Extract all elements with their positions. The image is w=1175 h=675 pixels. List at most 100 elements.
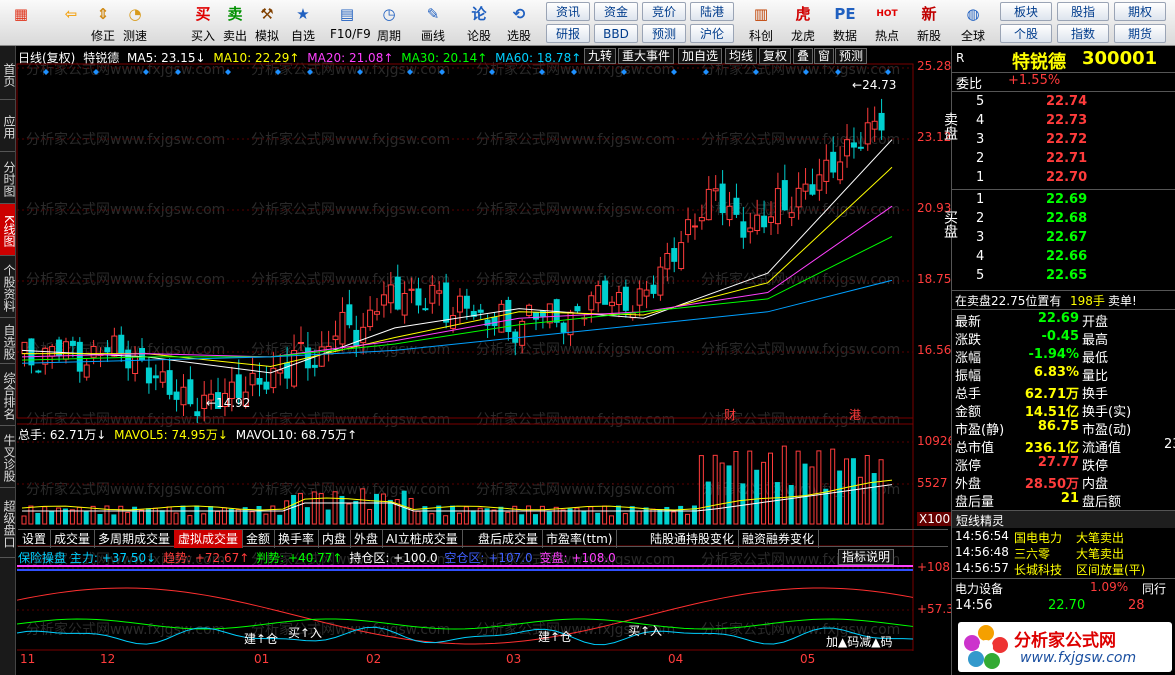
market-pill-button[interactable]: 指数 [1057,24,1109,43]
chart-option-button[interactable]: 叠 [793,48,814,64]
speed-test-button[interactable]: ◔ 测速 [118,2,152,44]
watchlist-button[interactable]: ★ 自选 [286,2,320,44]
chart-option-button[interactable]: 均线 [725,48,758,64]
market-pill-button[interactable]: 股指 [1057,2,1109,21]
volume-bar [871,473,877,525]
candle-body [443,282,450,323]
candle-body [401,292,408,316]
draw-button[interactable]: ✎ 画线 [416,2,450,44]
sidebar-tab[interactable]: 首页 [0,48,16,100]
comment-button[interactable]: 论论股 [462,2,496,44]
sell-row[interactable]: 3 22.72 [952,132,1175,150]
flash-item[interactable]: 14:56:57 长城科技 区间放量(平) [952,561,1175,579]
global-button[interactable]: ◍ 全球 [956,2,990,44]
period-button[interactable]: ◷ 周期 [372,2,406,44]
sidebar-tab[interactable]: 应用 [0,100,16,152]
indicator-tab[interactable]: 虚拟成交量 [174,530,244,548]
sell-row[interactable]: 1 22.70 [952,170,1175,188]
chart-option-button[interactable]: 九转 [584,48,617,64]
buy-row[interactable]: 5 22.65 [952,268,1175,286]
sidebar-tab[interactable]: 个股资料 [0,256,16,318]
market-pill-button[interactable]: 个股 [1000,24,1052,43]
indicator-tab[interactable]: 市盈率(ttm) [542,530,618,548]
candle-body [463,295,470,309]
market-pill-button[interactable]: 板块 [1000,2,1052,21]
volume-bar [97,514,103,525]
sell-row[interactable]: 4 22.73 [952,113,1175,131]
volume-bar [802,463,808,525]
buy-row[interactable]: 3 22.67 [952,230,1175,248]
sell-row[interactable]: 5 22.74 [952,94,1175,112]
sidebar-tab[interactable]: K线图 [0,204,16,256]
peer-button[interactable]: 同行 [1142,580,1166,597]
candle-body [657,266,664,296]
f10-button[interactable]: ▤ F10/F9 [330,2,371,44]
hot-button[interactable]: HOT 热点 [870,2,904,44]
buy-button[interactable]: 买买入 [186,2,220,44]
pill-button[interactable]: 竞价 [642,2,686,21]
market-pill-button[interactable]: 期权 [1114,2,1166,21]
sidebar-tab[interactable]: 超级盘口 [0,488,16,558]
select-stock-button[interactable]: ⟲ 选股 [502,2,536,44]
buy-row[interactable]: 1 22.69 [952,192,1175,210]
chart-option-button[interactable]: 重大事件 [618,48,675,64]
pill-button[interactable]: 资金 [594,2,638,21]
watermark-text: 分析家公式网www.fxjgsw.com [26,621,225,638]
kline-chart[interactable]: 分析家公式网www.fxjgsw.com 分析家公式网www.fxjgsw.com… [16,46,950,675]
pill-button[interactable]: BBD [594,24,638,43]
indicator-tab[interactable]: 陆股通持股变化 [646,530,740,548]
indicator-help-button[interactable]: 指标说明 [838,549,895,565]
indicator-tab[interactable]: 成交量 [50,530,96,548]
indicator-tab[interactable]: 换手率 [274,530,320,548]
candle-body [173,391,180,400]
sell-row[interactable]: 2 22.71 [952,151,1175,169]
sidebar-tab[interactable]: 分时图 [0,152,16,204]
candle-body [761,215,768,228]
pill-button[interactable]: 预测 [642,24,686,43]
indicator-tab[interactable]: 外盘 [350,530,384,548]
fix-button[interactable]: ⇕ 修正 [86,2,120,44]
longhu-button[interactable]: 虎龙虎 [786,2,820,44]
sell-button[interactable]: 卖卖出 [218,2,252,44]
sidebar-tab[interactable]: 综合排名 [0,364,16,426]
data-button[interactable]: PE 数据 [828,2,862,44]
sidebar-tab[interactable]: 自选股 [0,318,16,364]
chart-option-button[interactable]: 窗 [814,48,835,64]
indicator-tab[interactable]: AI立桩成交量 [382,530,463,548]
pill-button[interactable]: 资讯 [546,2,590,21]
pill-button[interactable]: 沪伦 [690,24,734,43]
indicator-tab[interactable]: 内盘 [318,530,352,548]
home-button[interactable]: ▦ [2,2,40,44]
indicator-tab[interactable]: 设置 [18,530,52,548]
pill-button[interactable]: 陆港 [690,2,734,21]
new-stock-button[interactable]: 新新股 [912,2,946,44]
sidebar-tab[interactable]: 牛叉诊股 [0,426,16,488]
candle-body [194,411,201,417]
candle-body [332,335,339,341]
quote-label: 内盘 [1082,477,1109,492]
buy-row[interactable]: 4 22.66 [952,249,1175,267]
candle-body [636,288,643,306]
volume-bar [284,500,290,525]
volume-bar [166,506,172,525]
volume-bar [553,506,559,525]
flash-title[interactable]: 短线精灵 [952,510,1175,528]
pill-button[interactable]: 研报 [546,24,590,43]
chart-option-button[interactable]: 复权 [759,48,792,64]
market-pill-button[interactable]: 期货 [1114,24,1166,43]
buy-row[interactable]: 2 22.68 [952,211,1175,229]
back-button[interactable]: ⇦ [52,2,90,44]
indicator-tab[interactable]: 盘后成交量 [474,530,544,548]
order-note: 在卖盘22.75位置有 [955,294,1062,308]
sector-row[interactable]: 电力设备 1.09% 同行 [952,578,1175,596]
site-logo: 分析家公式网 www.fxjgsw.com [958,622,1172,672]
indicator-tab[interactable]: 多周期成交量 [94,530,176,548]
chart-option-button[interactable]: 加自选 [678,48,723,64]
indicator-tab[interactable]: 融资融券变化 [738,530,820,548]
toolbar-label: F10/F9 [330,27,371,41]
chart-option-button[interactable]: 预测 [835,48,868,64]
indicator-tab[interactable]: 金额 [242,530,276,548]
kechuang-button[interactable]: ▥ 科创 [744,2,778,44]
simulate-button[interactable]: ⚒ 模拟 [250,2,284,44]
volume-bar [408,497,414,525]
